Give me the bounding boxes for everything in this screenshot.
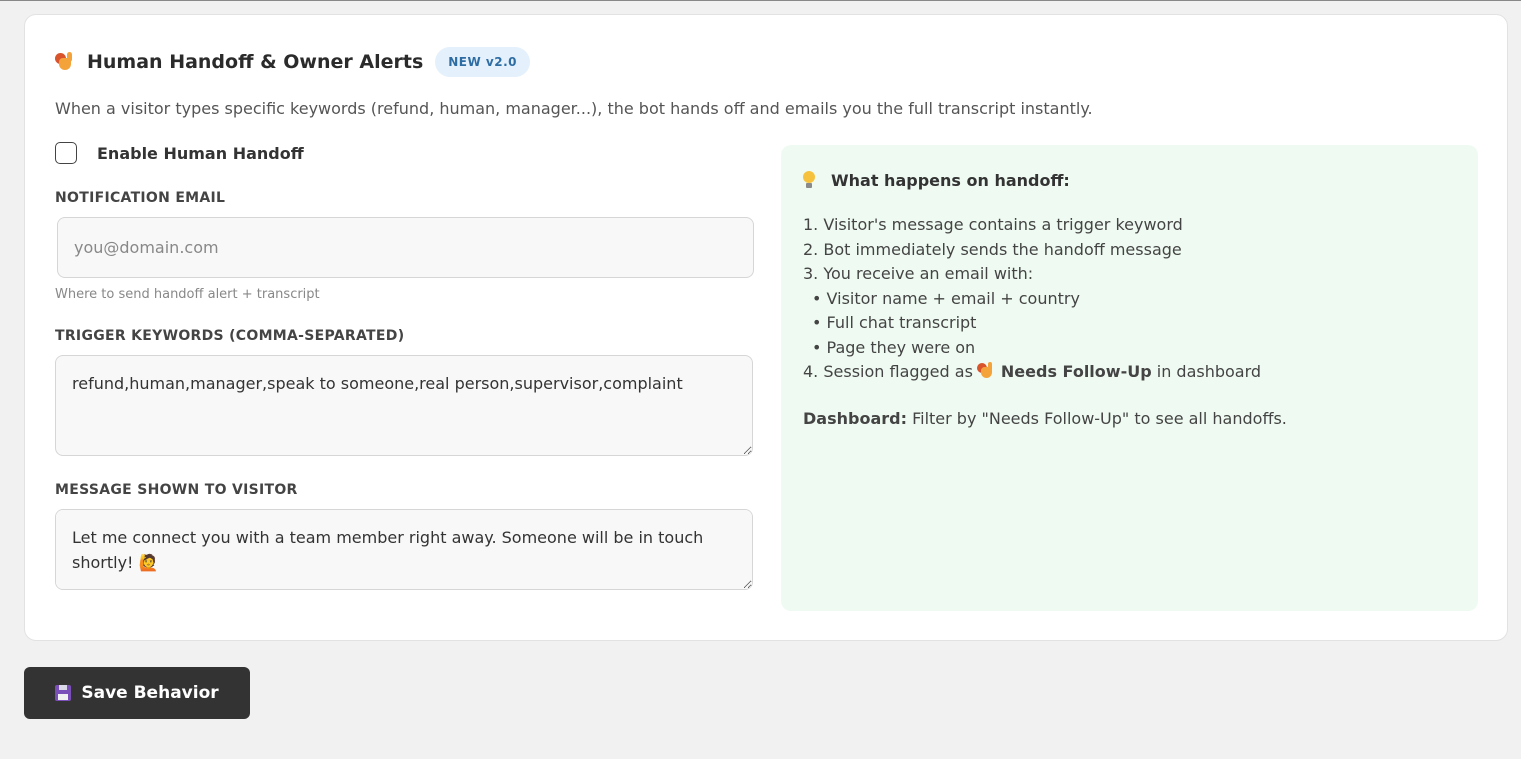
handoff-step: 1. Visitor's message contains a trigger … [803,215,1183,234]
needs-follow-up-tag: Needs Follow-Up [1000,362,1152,381]
enable-handoff-checkbox[interactable] [55,142,77,164]
notification-email-input[interactable] [57,217,754,278]
step4-prefix: 4. Session flagged as [803,362,973,381]
dashboard-note: Dashboard: Filter by "Needs Follow-Up" t… [803,409,1456,428]
raising-hand-icon [55,52,75,72]
visitor-message-label: MESSAGE SHOWN TO VISITOR [55,482,298,498]
section-title: Human Handoff & Owner Alerts [87,51,424,73]
info-panel-title: What happens on handoff: [803,167,1456,193]
trigger-keywords-textarea[interactable]: refund,human,manager,speak to someone,re… [55,355,753,456]
handoff-step-flagged: 4. Session flagged as Needs Follow-Up in … [803,360,1456,385]
info-panel-title-text: What happens on handoff: [831,170,1070,190]
section-header: Human Handoff & Owner Alerts NEW v2.0 [55,47,530,77]
handoff-settings-card: Human Handoff & Owner Alerts NEW v2.0 Wh… [24,14,1508,641]
handoff-step: 3. You receive an email with: [803,264,1034,283]
handoff-info-panel: What happens on handoff: 1. Visitor's me… [781,145,1478,611]
trigger-keywords-label: TRIGGER KEYWORDS (COMMA-SEPARATED) [55,328,405,344]
notification-email-hint: Where to send handoff alert + transcript [55,287,320,302]
email-content-item: • Page they were on [812,337,976,357]
save-behavior-button[interactable]: Save Behavior [24,667,250,719]
enable-handoff-label[interactable]: Enable Human Handoff [97,144,304,163]
dashboard-note-text: Filter by "Needs Follow-Up" to see all h… [912,408,1287,428]
visitor-message-textarea[interactable]: Let me connect you with a team member ri… [55,509,753,590]
light-bulb-icon [803,171,815,189]
email-content-item: • Full chat transcript [812,313,977,332]
step4-suffix: in dashboard [1156,362,1262,381]
enable-handoff-row[interactable]: Enable Human Handoff [55,142,304,164]
handoff-step: 2. Bot immediately sends the handoff mes… [803,239,1182,259]
raising-hand-icon [976,362,995,380]
notification-email-label: NOTIFICATION EMAIL [55,190,226,206]
section-description: When a visitor types specific keywords (… [55,99,1093,118]
email-content-item: • Visitor name + email + country [812,288,1080,308]
handoff-steps-list: 1. Visitor's message contains a trigger … [803,213,1456,385]
save-behavior-label: Save Behavior [81,683,219,703]
version-badge: NEW v2.0 [435,47,530,77]
dashboard-note-label: Dashboard: [803,408,907,428]
top-border [0,0,1521,1]
floppy-disk-icon [55,685,72,701]
